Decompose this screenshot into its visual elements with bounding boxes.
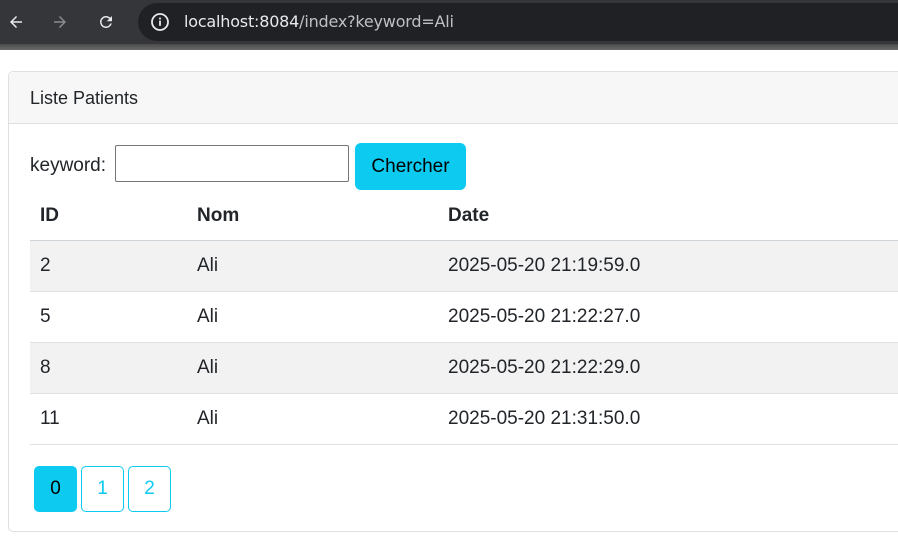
header-nom: Nom [197, 205, 240, 226]
toolbar-divider [0, 44, 898, 50]
forward-arrow-icon [54, 16, 66, 28]
page-button-1[interactable]: 1 [81, 466, 124, 512]
cell-id: 5 [40, 306, 51, 327]
reload-icon [100, 16, 112, 28]
url-host: localhost:8084 [184, 12, 300, 31]
cell-id: 2 [40, 255, 51, 276]
cell-id: 11 [40, 408, 60, 429]
cell-date: 2025-05-20 21:22:27.0 [448, 306, 641, 327]
table-row: 8 Ali 2025-05-20 21:22:29.0 [30, 343, 898, 394]
cell-date: 2025-05-20 21:31:50.0 [448, 408, 641, 429]
cell-nom: Ali [197, 357, 219, 378]
card-title: Liste Patients [30, 88, 139, 108]
back-arrow-icon [10, 16, 22, 28]
table-header-row: ID Nom Date [30, 190, 898, 241]
page-button-2[interactable]: 2 [128, 466, 171, 512]
patients-table: ID Nom Date 2 Ali 2025-05-20 21:19:59.0 … [30, 190, 898, 445]
header-id: ID [40, 205, 59, 226]
cell-nom: Ali [197, 306, 219, 327]
patients-card: Liste Patients keyword: Chercher ID Nom … [8, 71, 898, 532]
info-icon[interactable] [150, 12, 170, 32]
pagination: 0 1 2 [34, 466, 171, 512]
table-row: 11 Ali 2025-05-20 21:31:50.0 [30, 394, 898, 445]
forward-button[interactable] [46, 8, 74, 36]
header-date: Date [448, 205, 490, 226]
browser-toolbar: localhost:8084/index?keyword=Ali [0, 0, 898, 44]
reload-button[interactable] [92, 8, 120, 36]
table-row: 2 Ali 2025-05-20 21:19:59.0 [30, 241, 898, 292]
table-row: 5 Ali 2025-05-20 21:22:27.0 [30, 292, 898, 343]
cell-date: 2025-05-20 21:22:29.0 [448, 357, 641, 378]
search-button[interactable]: Chercher [355, 143, 466, 190]
page-button-0[interactable]: 0 [34, 466, 77, 512]
cell-nom: Ali [197, 255, 219, 276]
card-header: Liste Patients [9, 72, 898, 124]
keyword-input[interactable] [115, 145, 349, 182]
cell-nom: Ali [197, 408, 219, 429]
back-button[interactable] [2, 8, 30, 36]
address-bar[interactable]: localhost:8084/index?keyword=Ali [138, 3, 898, 41]
cell-id: 8 [40, 357, 51, 378]
keyword-label: keyword: [30, 155, 107, 176]
url-text: localhost:8084/index?keyword=Ali [184, 12, 454, 31]
url-path: /index?keyword=Ali [299, 12, 454, 31]
cell-date: 2025-05-20 21:19:59.0 [448, 255, 641, 276]
